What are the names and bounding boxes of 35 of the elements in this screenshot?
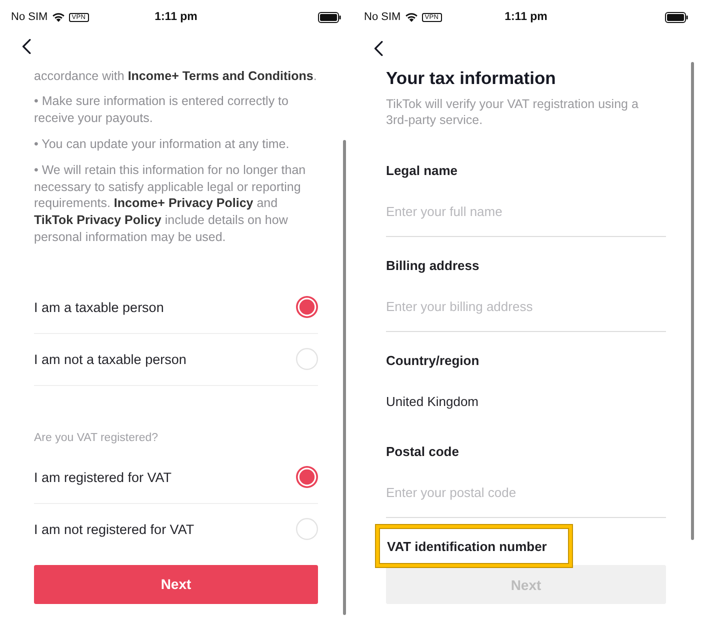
radio-icon[interactable] — [296, 518, 318, 540]
input-field[interactable]: Enter your full name — [386, 198, 666, 237]
info-text: • You can update your information at any time. — [34, 136, 290, 153]
option-label[interactable]: I am not registered for VAT — [34, 522, 194, 537]
input-field[interactable]: Enter your billing address — [386, 293, 666, 332]
info-text: accordance with Income+ Terms and Conditions. — [34, 68, 318, 84]
option-label[interactable]: I am not a taxable person — [34, 352, 186, 367]
subtitle-text: TikTok will verify your VAT registration using a 3rd-party service. — [386, 96, 640, 128]
field-label: VAT identification number — [387, 538, 547, 556]
field-label: Legal name — [386, 162, 458, 180]
status-time: 1:11 pm — [504, 11, 548, 23]
wifi-icon — [404, 12, 418, 22]
radio-icon[interactable] — [296, 348, 318, 370]
status-time: 1:11 pm — [154, 11, 198, 23]
back-icon[interactable] — [22, 38, 31, 54]
page-title: Your tax information — [386, 67, 557, 89]
carrier-text: No SIM — [11, 11, 48, 23]
info-text: • We will retain this information for no longer than necessary to satisfy applicable legal or reporting requirements. Income+ Privacy Policy and TikTok Privacy Policy include details on how personal information may be used. — [34, 162, 307, 246]
next-button[interactable]: Next — [34, 564, 318, 604]
back-icon[interactable] — [374, 40, 383, 56]
battery-icon — [318, 12, 341, 22]
wifi-icon — [52, 12, 65, 22]
radio-icon[interactable] — [296, 466, 318, 488]
battery-icon — [665, 12, 688, 22]
field-label: Country/region — [386, 352, 480, 370]
question-text: Are you VAT registered? — [34, 430, 160, 445]
option-label[interactable]: I am a taxable person — [34, 300, 164, 315]
carrier-text: No SIM — [364, 11, 401, 23]
field-label: Postal code — [386, 443, 459, 461]
radio-icon[interactable] — [296, 296, 318, 318]
input-field[interactable]: Enter your postal code — [386, 479, 666, 518]
info-text: • Make sure information is entered correctly to receive your payouts. — [34, 93, 290, 127]
select-field[interactable]: United Kingdom — [386, 388, 666, 427]
option-label[interactable]: I am registered for VAT — [34, 470, 172, 485]
field-label: Billing address — [386, 257, 480, 275]
